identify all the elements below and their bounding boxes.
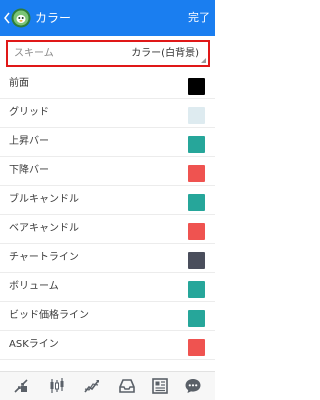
color-row-label: ボリューム <box>9 281 59 292</box>
done-button[interactable]: 完了 <box>188 10 210 26</box>
color-list: 前面 グリッド 上昇バー 下降バー ブルキャンドル ベアキャンドル チャートライ… <box>0 70 215 360</box>
color-row-down-bar[interactable]: 下降バー <box>0 157 215 186</box>
color-swatch[interactable] <box>188 281 205 298</box>
color-row-label: 下降バー <box>9 165 49 176</box>
scheme-value: カラー(白背景) <box>131 48 199 59</box>
color-swatch[interactable] <box>188 136 205 153</box>
color-swatch[interactable] <box>188 78 205 95</box>
color-row-foreground[interactable]: 前面 <box>0 70 215 99</box>
color-row-label: ベアキャンドル <box>9 223 79 234</box>
header-bar: カラー 完了 <box>0 0 215 36</box>
color-row-bear-candle[interactable]: ベアキャンドル <box>0 215 215 244</box>
bottom-toolbar <box>0 371 215 400</box>
color-row-label: ASKライン <box>9 339 59 350</box>
color-row-label: ビッド価格ライン <box>9 310 89 321</box>
color-swatch[interactable] <box>188 252 205 269</box>
chat-icon[interactable] <box>184 377 202 395</box>
color-row-grid[interactable]: グリッド <box>0 99 215 128</box>
color-row-ask-line[interactable]: ASKライン <box>0 331 215 360</box>
color-row-label: 前面 <box>9 78 29 89</box>
color-swatch[interactable] <box>188 107 205 124</box>
trade-icon[interactable] <box>12 377 30 395</box>
color-row-bid-line[interactable]: ビッド価格ライン <box>0 302 215 331</box>
color-row-bull-candle[interactable]: ブルキャンドル <box>0 186 215 215</box>
indicators-icon[interactable] <box>83 377 101 395</box>
scheme-label: スキーム <box>14 48 54 59</box>
color-swatch[interactable] <box>188 194 205 211</box>
page-title: カラー <box>35 11 72 25</box>
color-swatch[interactable] <box>188 339 205 356</box>
color-row-label: チャートライン <box>9 252 79 263</box>
color-settings-screen: カラー 完了 スキーム カラー(白背景) 前面 グリッド 上昇バー 下降バー ブ… <box>0 0 215 400</box>
color-row-chart-line[interactable]: チャートライン <box>0 244 215 273</box>
news-icon[interactable] <box>151 377 169 395</box>
scheme-selector[interactable]: スキーム カラー(白背景) <box>6 40 210 67</box>
color-swatch[interactable] <box>188 223 205 240</box>
app-logo-icon <box>11 8 31 28</box>
color-row-label: 上昇バー <box>9 136 49 147</box>
color-row-volume[interactable]: ボリューム <box>0 273 215 302</box>
color-row-label: グリッド <box>9 107 49 118</box>
color-swatch[interactable] <box>188 310 205 327</box>
color-row-up-bar[interactable]: 上昇バー <box>0 128 215 157</box>
inbox-icon[interactable] <box>118 377 136 395</box>
color-swatch[interactable] <box>188 165 205 182</box>
color-row-label: ブルキャンドル <box>9 194 79 205</box>
chart-candles-icon[interactable] <box>48 377 66 395</box>
dropdown-corner-icon <box>201 58 206 63</box>
